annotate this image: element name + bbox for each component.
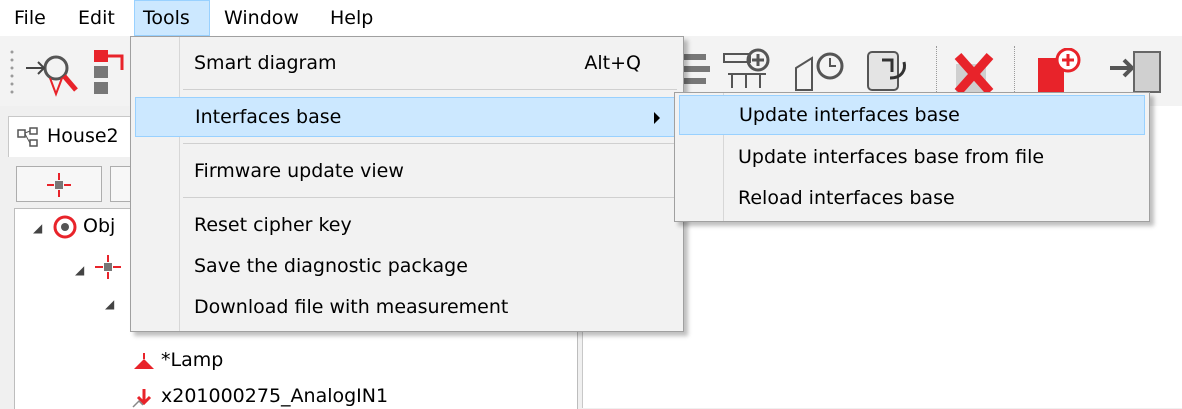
menu-item-label: Update interfaces base bbox=[739, 104, 960, 126]
menu-item-label: Smart diagram bbox=[194, 52, 337, 74]
menu-item-label: Download file with measurement bbox=[194, 296, 509, 318]
menu-file[interactable]: File bbox=[6, 0, 54, 36]
import-device-icon[interactable] bbox=[1108, 48, 1168, 98]
menu-item-shortcut: Alt+Q bbox=[584, 52, 641, 74]
menu-help[interactable]: Help bbox=[322, 0, 381, 36]
list-tree-icon[interactable] bbox=[680, 48, 716, 98]
menu-separator bbox=[183, 89, 677, 90]
diagram-icon bbox=[17, 127, 38, 147]
menu-tools[interactable]: Tools bbox=[134, 0, 210, 36]
analog-input-icon bbox=[132, 389, 152, 408]
expand-arrow-icon[interactable]: ◢ bbox=[75, 263, 84, 277]
objects-root-icon bbox=[53, 215, 77, 239]
tools-menu: Smart diagram Alt+Q Interfaces base Firm… bbox=[130, 36, 684, 332]
menu-bar: File Edit Tools Window Help bbox=[0, 0, 1182, 36]
delete-red-x-icon[interactable] bbox=[948, 48, 1004, 98]
tree-item-analog-input[interactable]: x201000275_AnalogIN1 bbox=[161, 385, 388, 407]
menu-item-save-diagnostic-package[interactable]: Save the diagnostic package bbox=[131, 246, 683, 286]
add-object-button[interactable] bbox=[16, 166, 102, 202]
toolbar-grip-icon bbox=[10, 50, 14, 94]
network-node-icon bbox=[47, 173, 71, 197]
add-node-icon[interactable] bbox=[722, 48, 774, 98]
network-node-icon bbox=[95, 255, 121, 279]
tab-house2[interactable]: House2 bbox=[8, 116, 136, 157]
menu-item-update-interfaces-base[interactable]: Update interfaces base bbox=[679, 95, 1145, 135]
menu-item-interfaces-base[interactable]: Interfaces base bbox=[135, 97, 679, 137]
menu-separator bbox=[183, 143, 677, 144]
expand-arrow-icon[interactable]: ◢ bbox=[33, 221, 42, 235]
cube-refresh-icon[interactable] bbox=[792, 48, 848, 98]
add-document-red-icon[interactable] bbox=[1030, 48, 1086, 98]
menu-item-reload-interfaces-base[interactable]: Reload interfaces base bbox=[675, 178, 1149, 218]
menu-item-label: Update interfaces base from file bbox=[738, 146, 1045, 168]
expand-arrow-icon[interactable]: ◢ bbox=[105, 297, 114, 311]
menu-item-label: Save the diagnostic package bbox=[194, 255, 468, 277]
menu-item-label: Firmware update view bbox=[194, 160, 404, 182]
phone-rotate-icon[interactable] bbox=[864, 48, 912, 98]
connector-icon[interactable] bbox=[92, 48, 132, 98]
menu-item-firmware-update-view[interactable]: Firmware update view bbox=[131, 151, 683, 191]
search-cursor-icon[interactable] bbox=[24, 48, 80, 98]
tree-item-objects[interactable]: Obj bbox=[83, 215, 115, 237]
menu-window[interactable]: Window bbox=[216, 0, 307, 36]
menu-edit[interactable]: Edit bbox=[70, 0, 123, 36]
menu-item-label: Interfaces base bbox=[195, 106, 342, 128]
submenu-arrow-icon bbox=[654, 112, 660, 124]
tree-item-lamp[interactable]: *Lamp bbox=[161, 349, 223, 371]
menu-item-reset-cipher-key[interactable]: Reset cipher key bbox=[131, 205, 683, 245]
toolbar-separator-2 bbox=[1014, 46, 1016, 96]
menu-item-smart-diagram[interactable]: Smart diagram Alt+Q bbox=[131, 43, 683, 83]
menu-item-label: Reset cipher key bbox=[194, 214, 352, 236]
menu-item-update-interfaces-base-from-file[interactable]: Update interfaces base from file bbox=[675, 137, 1149, 177]
menu-item-download-measurement-file[interactable]: Download file with measurement bbox=[131, 287, 683, 327]
menu-separator bbox=[183, 197, 677, 198]
interfaces-base-submenu: Update interfaces base Update interfaces… bbox=[674, 92, 1150, 222]
menu-item-label: Reload interfaces base bbox=[738, 187, 955, 209]
tab-label: House2 bbox=[47, 125, 119, 147]
lamp-icon bbox=[134, 353, 154, 369]
toolbar-separator bbox=[936, 46, 938, 96]
